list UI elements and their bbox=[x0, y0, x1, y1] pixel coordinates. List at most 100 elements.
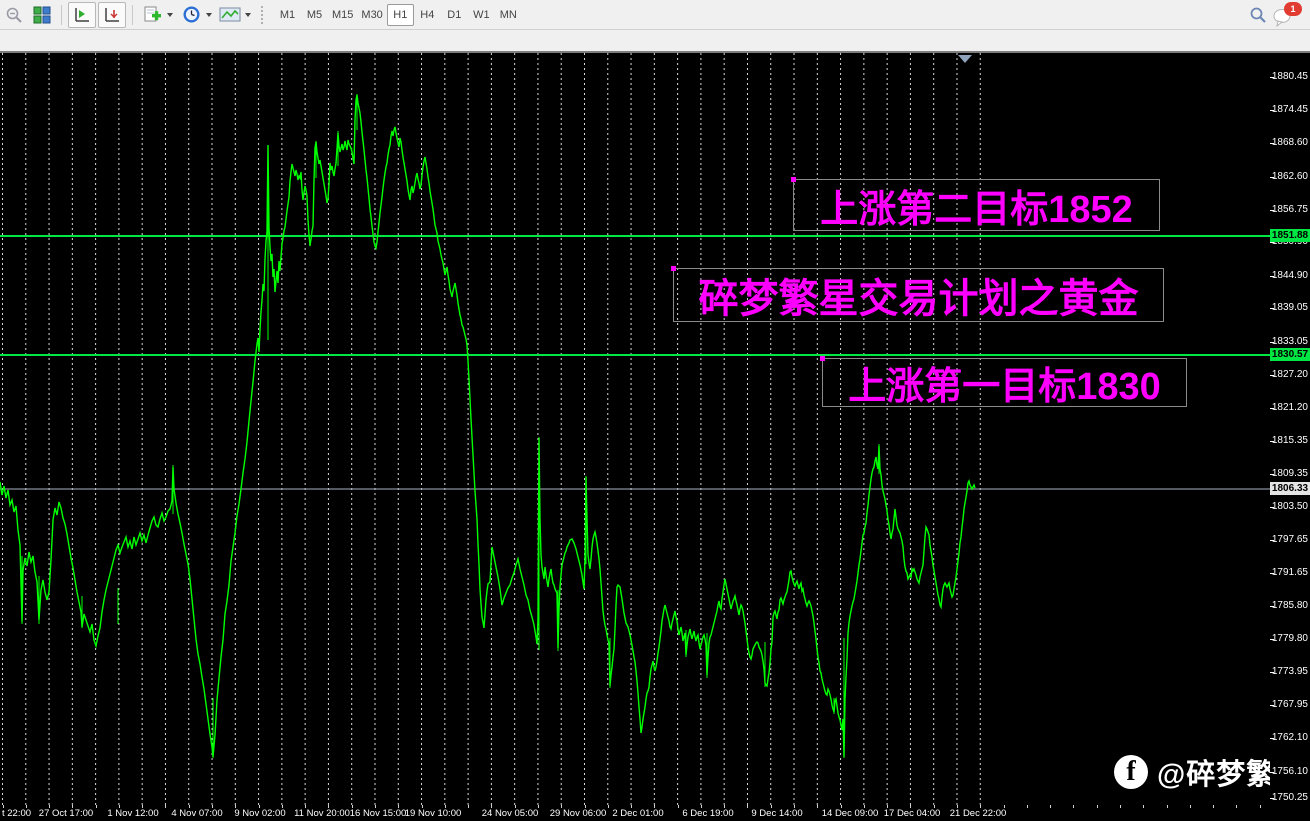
chart-window[interactable]: 上涨第二目标1852 碎梦繁星交易计划之黄金 上涨第一目标1830 f @碎梦繁… bbox=[0, 53, 1310, 821]
time-tick bbox=[1236, 805, 1238, 808]
time-axis-label: 17 Dec 04:00 bbox=[883, 808, 941, 819]
auto-scroll-icon[interactable] bbox=[68, 1, 96, 28]
time-axis-label: 19 Nov 10:00 bbox=[404, 808, 462, 819]
timeframe-m30-button[interactable]: M30 bbox=[357, 4, 386, 26]
window-strip bbox=[0, 30, 1310, 53]
price-axis-label: 1868.60 bbox=[1271, 137, 1308, 148]
time-axis-label: 27 Oct 17:00 bbox=[38, 808, 94, 819]
zoom-out-icon[interactable] bbox=[1, 3, 27, 27]
time-axis-label: 9 Nov 02:00 bbox=[234, 808, 286, 819]
chart-shift-marker-icon bbox=[958, 55, 972, 63]
time-axis-label: 21 Dec 22:00 bbox=[949, 808, 1007, 819]
price-axis-label: 1874.45 bbox=[1271, 104, 1308, 115]
time-tick bbox=[1050, 805, 1052, 808]
price-axis-label: 1767.95 bbox=[1271, 699, 1308, 710]
price-axis-label: 1844.90 bbox=[1271, 270, 1308, 281]
annotation-target2-text[interactable]: 上涨第二目标1852 bbox=[791, 177, 1160, 231]
notification-count-badge: 1 bbox=[1284, 1, 1302, 16]
timeframe-d1-button[interactable]: D1 bbox=[441, 4, 468, 26]
time-tick bbox=[1073, 805, 1075, 808]
price-axis-label: 1821.20 bbox=[1271, 402, 1308, 413]
notifications-icon[interactable]: 1 bbox=[1272, 1, 1302, 27]
price-axis-label: 1762.10 bbox=[1271, 732, 1308, 743]
timeframe-m15-button[interactable]: M15 bbox=[328, 4, 357, 26]
price-axis-label: 1797.65 bbox=[1271, 534, 1308, 545]
price-axis-label: 1803.50 bbox=[1271, 501, 1308, 512]
time-axis-label: 24 Nov 05:00 bbox=[481, 808, 539, 819]
price-axis-label: 1785.80 bbox=[1271, 600, 1308, 611]
time-axis-label: 2 Dec 01:00 bbox=[612, 808, 664, 819]
toolbar-separator bbox=[61, 4, 62, 25]
time-axis-label: 1 Nov 12:00 bbox=[107, 808, 159, 819]
time-tick bbox=[817, 805, 819, 808]
time-tick bbox=[1189, 805, 1191, 808]
price-axis-label: 1809.35 bbox=[1271, 468, 1308, 479]
price-axis-label: 1862.60 bbox=[1271, 171, 1308, 182]
price-axis-label: 1880.45 bbox=[1271, 71, 1308, 82]
object-selection-handle[interactable] bbox=[791, 177, 796, 182]
price-axis-label: 1791.65 bbox=[1271, 567, 1308, 578]
timeframe-mn-button[interactable]: MN bbox=[495, 4, 522, 26]
indicators-icon[interactable] bbox=[217, 3, 243, 27]
time-axis-label: 4 Nov 07:00 bbox=[171, 808, 223, 819]
annotation-label: 碎梦繁星交易计划之黄金 bbox=[698, 277, 1139, 321]
time-axis-label: 11 Nov 20:00 bbox=[294, 808, 350, 819]
annotation-target1-text[interactable]: 上涨第一目标1830 bbox=[820, 356, 1187, 408]
price-axis-label: 1779.80 bbox=[1271, 633, 1308, 644]
time-axis-label: 6 Dec 19:00 bbox=[682, 808, 734, 819]
new-order-icon[interactable] bbox=[139, 3, 165, 27]
price-axis-label: 1839.05 bbox=[1271, 302, 1308, 313]
timeframe-w1-button[interactable]: W1 bbox=[468, 4, 495, 26]
time-axis-label: 16 Nov 15:00 bbox=[349, 808, 407, 819]
chart-shift-icon[interactable] bbox=[98, 1, 126, 28]
time-tick bbox=[95, 805, 97, 808]
time-tick bbox=[1166, 805, 1168, 808]
current-price-badge: 1806.33 bbox=[1270, 482, 1310, 495]
toolbar: M1 M5 M15 M30 H1 H4 D1 W1 MN 1 bbox=[0, 0, 1310, 30]
annotation-label: 上涨第二目标1852 bbox=[820, 188, 1133, 231]
timeframe-h1-button[interactable]: H1 bbox=[386, 3, 414, 26]
time-tick bbox=[165, 805, 167, 808]
time-axis-label: 29 Nov 06:00 bbox=[549, 808, 607, 819]
timeframe-m1-button[interactable]: M1 bbox=[274, 4, 301, 26]
price-axis[interactable]: 1880.451874.451868.601862.601856.751850.… bbox=[1270, 53, 1310, 805]
time-axis-label: t 22:00 bbox=[2, 808, 32, 819]
price-axis-label: 1827.20 bbox=[1271, 369, 1308, 380]
price-axis-label: 1750.25 bbox=[1271, 792, 1308, 803]
price-axis-label: 1833.05 bbox=[1271, 336, 1308, 347]
time-tick bbox=[468, 805, 470, 808]
time-tick bbox=[1213, 805, 1215, 808]
search-icon[interactable] bbox=[1245, 3, 1271, 27]
time-tick bbox=[1026, 805, 1028, 808]
time-tick bbox=[1119, 805, 1121, 808]
timeframe-m5-button[interactable]: M5 bbox=[301, 4, 328, 26]
price-axis-label: 1856.75 bbox=[1271, 204, 1308, 215]
object-selection-handle[interactable] bbox=[820, 356, 825, 361]
time-tick bbox=[1143, 805, 1145, 808]
price-axis-label: 1756.10 bbox=[1271, 766, 1308, 777]
annotation-label: 上涨第一目标1830 bbox=[848, 366, 1161, 408]
time-tick bbox=[677, 805, 679, 808]
clock-icon[interactable] bbox=[178, 3, 204, 27]
toolbar-separator bbox=[132, 4, 133, 25]
toolbar-grip[interactable] bbox=[261, 5, 266, 24]
price-axis-label: 1773.95 bbox=[1271, 666, 1308, 677]
time-axis-label: 14 Dec 09:00 bbox=[821, 808, 879, 819]
tile-windows-icon[interactable] bbox=[29, 3, 55, 27]
facebook-icon: f bbox=[1114, 755, 1148, 789]
object-selection-handle[interactable] bbox=[671, 266, 676, 271]
new-order-dropdown-icon[interactable] bbox=[167, 12, 173, 17]
timeframe-h4-button[interactable]: H4 bbox=[414, 4, 441, 26]
price-axis-label: 1815.35 bbox=[1271, 435, 1308, 446]
annotation-plan-title-text[interactable]: 碎梦繁星交易计划之黄金 bbox=[671, 266, 1164, 322]
price-chart-canvas[interactable] bbox=[0, 53, 1270, 805]
period-dropdown-icon[interactable] bbox=[206, 12, 212, 17]
time-axis[interactable]: t 22:00 27 Oct 17:00 1 Nov 12:00 4 Nov 07:0… bbox=[0, 805, 1310, 821]
time-tick bbox=[747, 805, 749, 808]
price-badge-1851: 1851.88 bbox=[1270, 229, 1310, 242]
indicators-dropdown-icon[interactable] bbox=[245, 12, 251, 17]
time-axis-label: 9 Dec 14:00 bbox=[751, 808, 803, 819]
time-tick bbox=[1096, 805, 1098, 808]
time-tick bbox=[607, 805, 609, 808]
price-badge-1830: 1830.57 bbox=[1270, 348, 1310, 361]
